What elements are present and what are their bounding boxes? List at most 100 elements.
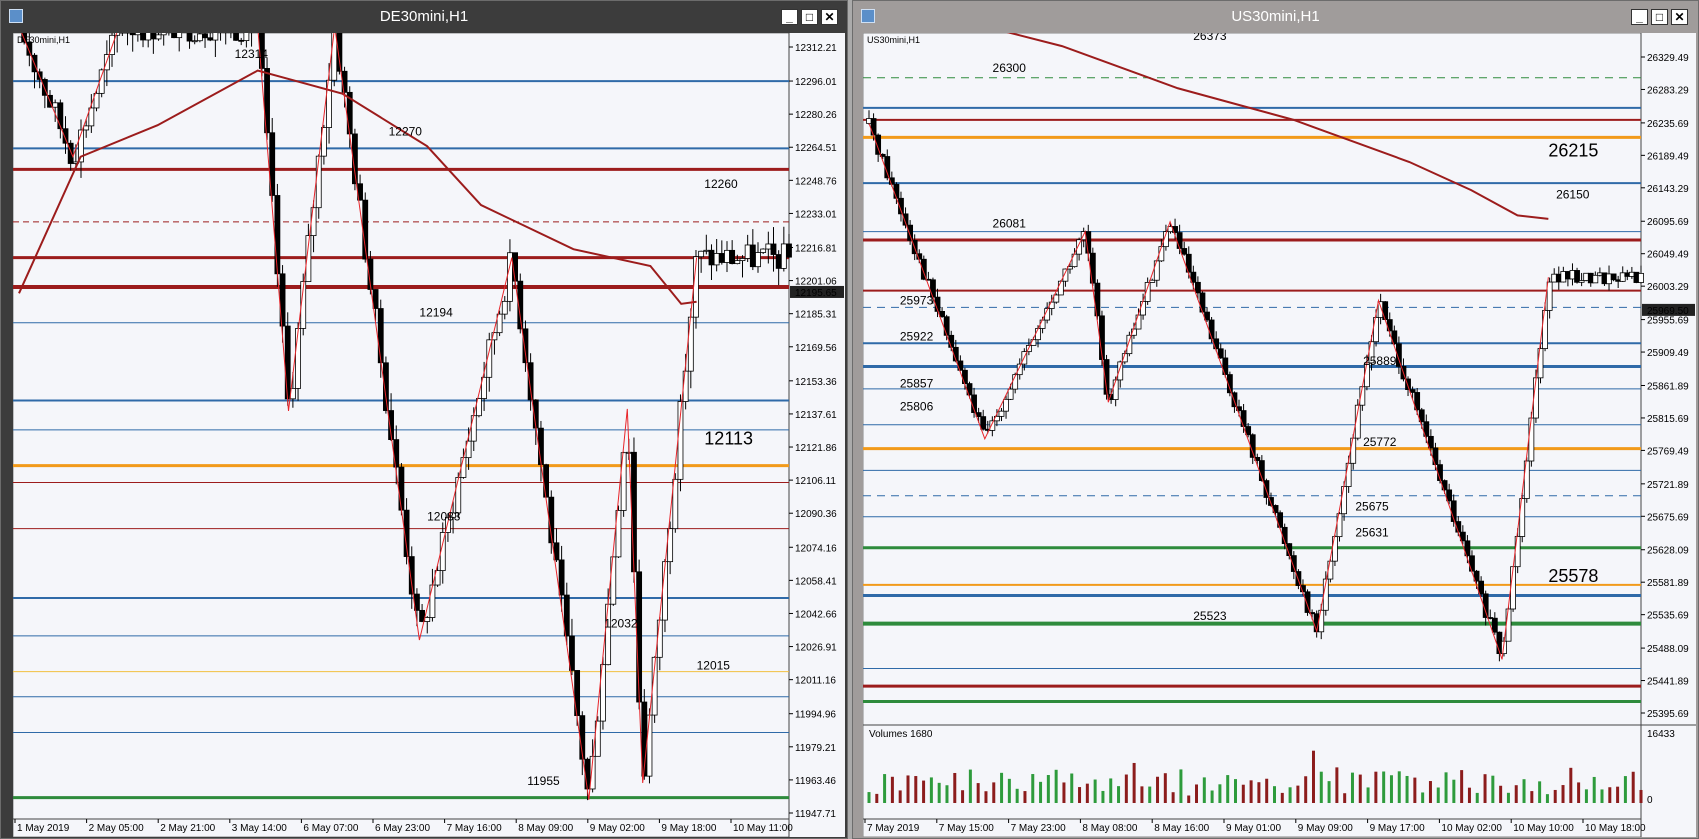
price-chart-de30[interactable]: DE30mini,H1 12314 12270 12260 12194 12113 1208… (13, 33, 845, 837)
candle-body (1592, 274, 1599, 284)
candle-body (129, 33, 136, 36)
price-annotation: 25523 (1193, 609, 1227, 623)
chart-canvas[interactable]: DE30mini,H112314122701226012194121131208… (13, 33, 845, 837)
close-button[interactable]: ✕ (1671, 9, 1688, 25)
candle-body (331, 33, 338, 81)
price-axis-label: 12153.36 (795, 377, 837, 388)
window-titlebar[interactable]: DE30mini,H1 _ □ ✕ (1, 1, 847, 31)
price-annotation: 12083 (427, 509, 461, 523)
candle-body (713, 253, 720, 266)
candle-body (233, 33, 239, 41)
candle-body (160, 33, 167, 36)
price-annotation: 25631 (1355, 525, 1389, 539)
candle-body (760, 248, 767, 253)
chart-canvas[interactable]: US30mini,H1 26373 26300 26215 26150 26081 2597… (863, 33, 1696, 837)
current-price-label: 25969.50 (1647, 306, 1689, 317)
chart-window-us30[interactable]: US30mini,H1 _ □ ✕ US30mini,H1 26373 26300 2… (852, 0, 1699, 839)
price-axis-label: 11947.71 (795, 809, 836, 820)
candle-body (698, 250, 705, 258)
candle-body (1194, 281, 1201, 294)
price-annotation: 25806 (900, 400, 934, 414)
price-axis-label: 12090.36 (795, 509, 837, 520)
candle-body (155, 34, 162, 40)
candle-body (52, 102, 59, 108)
price-axis-label: 12011.16 (795, 676, 836, 687)
price-axis-label: 12074.16 (795, 543, 837, 554)
price-axis-label: 25488.09 (1647, 644, 1689, 655)
time-axis-label: 2 May 05:00 (89, 823, 144, 834)
time-axis-label: 8 May 09:00 (518, 823, 573, 834)
price-axis-label: 25441.89 (1647, 677, 1689, 688)
candle-body (1528, 417, 1535, 462)
candle-body (780, 243, 787, 269)
candle-body (522, 328, 529, 364)
candle-body (274, 195, 281, 275)
candle-body (1035, 328, 1041, 341)
price-annotation: 25675 (1355, 499, 1389, 513)
candle-body (1135, 314, 1142, 330)
minimize-button[interactable]: _ (781, 9, 798, 25)
candle-body (1478, 580, 1485, 595)
price-axis-label: 11994.96 (795, 710, 836, 721)
price-annotation: 25889 (1363, 354, 1397, 368)
maximize-button[interactable]: □ (801, 9, 818, 25)
candle-body (1249, 434, 1256, 458)
minimize-button[interactable]: _ (1631, 9, 1648, 25)
candle-body (724, 249, 730, 263)
price-chart-us30[interactable]: US30mini,H1 26373 26300 26215 26150 26081 2597… (863, 33, 1696, 837)
candle-body (656, 619, 663, 658)
candle-body (1117, 361, 1124, 381)
candle-body (1240, 410, 1247, 427)
candle-body (470, 415, 477, 442)
price-axis-label: 26095.69 (1647, 217, 1689, 228)
candle-body (284, 325, 291, 400)
price-axis-label: 12121.86 (795, 443, 837, 454)
chart-window-de30[interactable]: DE30mini,H1 _ □ ✕ DE30mini,H1 12314 12270 1… (0, 0, 848, 839)
candle-body (734, 260, 741, 265)
time-axis-label: 10 May 11:00 (733, 823, 793, 834)
price-axis-label: 12169.56 (795, 343, 837, 354)
candle-body (212, 33, 219, 41)
price-axis-label: 12216.81 (795, 243, 837, 254)
candle-body (140, 33, 146, 41)
candle-body (191, 40, 198, 43)
time-axis-label: 9 May 18:00 (661, 823, 716, 834)
time-axis-label: 9 May 09:00 (1298, 823, 1353, 834)
price-axis-label: 26003.29 (1647, 282, 1689, 293)
candle-body (176, 33, 183, 39)
price-annotation: 26081 (993, 216, 1027, 230)
candle-body (1140, 301, 1146, 316)
candle-body (114, 33, 121, 36)
candle-body (1181, 248, 1188, 255)
candle-body (1112, 379, 1119, 400)
price-annotation: 25973 (900, 294, 934, 308)
window-titlebar[interactable]: US30mini,H1 _ □ ✕ (853, 1, 1698, 31)
candle-body (893, 183, 900, 199)
close-button[interactable]: ✕ (821, 9, 838, 25)
candle-body (1039, 319, 1046, 329)
time-axis-label: 7 May 23:00 (1011, 823, 1066, 834)
candle-body (1231, 392, 1238, 408)
candle-body (636, 571, 643, 703)
candle-body (1505, 608, 1512, 642)
time-axis-label: 7 May 15:00 (939, 823, 994, 834)
price-annotation: 12015 (697, 658, 731, 672)
symbol-label: US30mini,H1 (867, 35, 920, 45)
candle-body (429, 584, 436, 618)
time-axis-label: 7 May 16:00 (447, 823, 502, 834)
candle-body (1217, 348, 1224, 359)
candle-body (243, 33, 250, 41)
candle-body (1332, 536, 1338, 562)
maximize-button[interactable]: □ (1651, 9, 1668, 25)
candle-body (739, 258, 746, 262)
time-axis-label: 7 May 2019 (867, 823, 920, 834)
candle-body (150, 33, 157, 40)
price-annotation: 26215 (1548, 140, 1598, 160)
time-axis-label: 8 May 08:00 (1082, 823, 1137, 834)
candle-body (171, 33, 177, 39)
candle-body (962, 369, 968, 384)
price-axis-label: 12312.21 (795, 43, 837, 54)
candle-body (145, 33, 152, 41)
candle-body (398, 466, 405, 511)
price-axis-label: 12137.61 (795, 410, 837, 421)
